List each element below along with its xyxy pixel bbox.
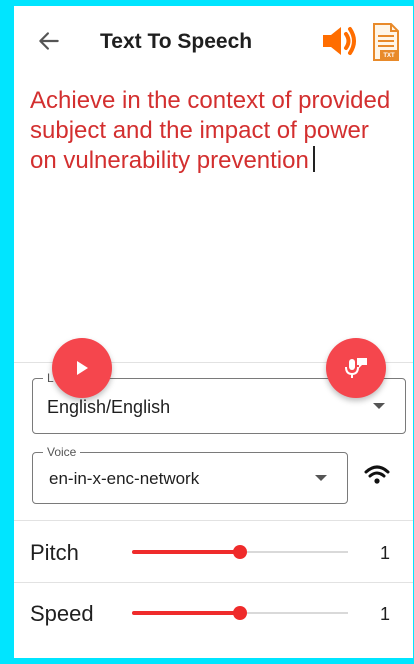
volume-icon[interactable] bbox=[320, 24, 360, 58]
wifi-icon bbox=[364, 465, 390, 484]
pitch-label: Pitch bbox=[30, 540, 79, 565]
pitch-value: 1 bbox=[380, 543, 391, 563]
voice-label: Voice bbox=[43, 445, 81, 459]
voice-value: en-in-x-enc-network bbox=[49, 469, 200, 488]
speed-label: Speed bbox=[30, 601, 94, 626]
text-cursor bbox=[312, 146, 315, 172]
arrow-left-icon[interactable] bbox=[36, 28, 62, 54]
voice-input-icon bbox=[345, 358, 367, 378]
slider-thumb[interactable] bbox=[233, 545, 247, 559]
language-value: English/English bbox=[47, 397, 171, 417]
page-title: Text To Speech bbox=[100, 30, 253, 53]
play-button[interactable] bbox=[52, 338, 112, 398]
editor-text: Achieve in the context of provided subje… bbox=[30, 87, 391, 174]
play-icon bbox=[77, 361, 88, 375]
speed-value: 1 bbox=[380, 604, 391, 624]
divider bbox=[14, 582, 413, 583]
slider-thumb[interactable] bbox=[233, 606, 247, 620]
top-app-bar: Text To Speech TXT bbox=[14, 6, 413, 82]
text-input-area[interactable]: Achieve in the context of provided subje… bbox=[30, 86, 400, 356]
voice-select[interactable]: Voice en-in-x-enc-network bbox=[32, 445, 348, 504]
voice-input-button[interactable] bbox=[326, 338, 386, 398]
divider bbox=[14, 520, 413, 521]
txt-icon-label: TXT bbox=[383, 53, 395, 59]
app-screen: Text To Speech TXT Achieve in the contex… bbox=[14, 6, 413, 658]
pitch-slider[interactable] bbox=[132, 544, 348, 560]
slider-fill bbox=[132, 611, 240, 615]
slider-fill bbox=[132, 550, 240, 554]
chevron-down-icon bbox=[373, 403, 385, 409]
speed-slider[interactable] bbox=[132, 605, 348, 621]
txt-file-icon[interactable]: TXT bbox=[371, 22, 401, 62]
chevron-down-icon bbox=[315, 475, 327, 481]
